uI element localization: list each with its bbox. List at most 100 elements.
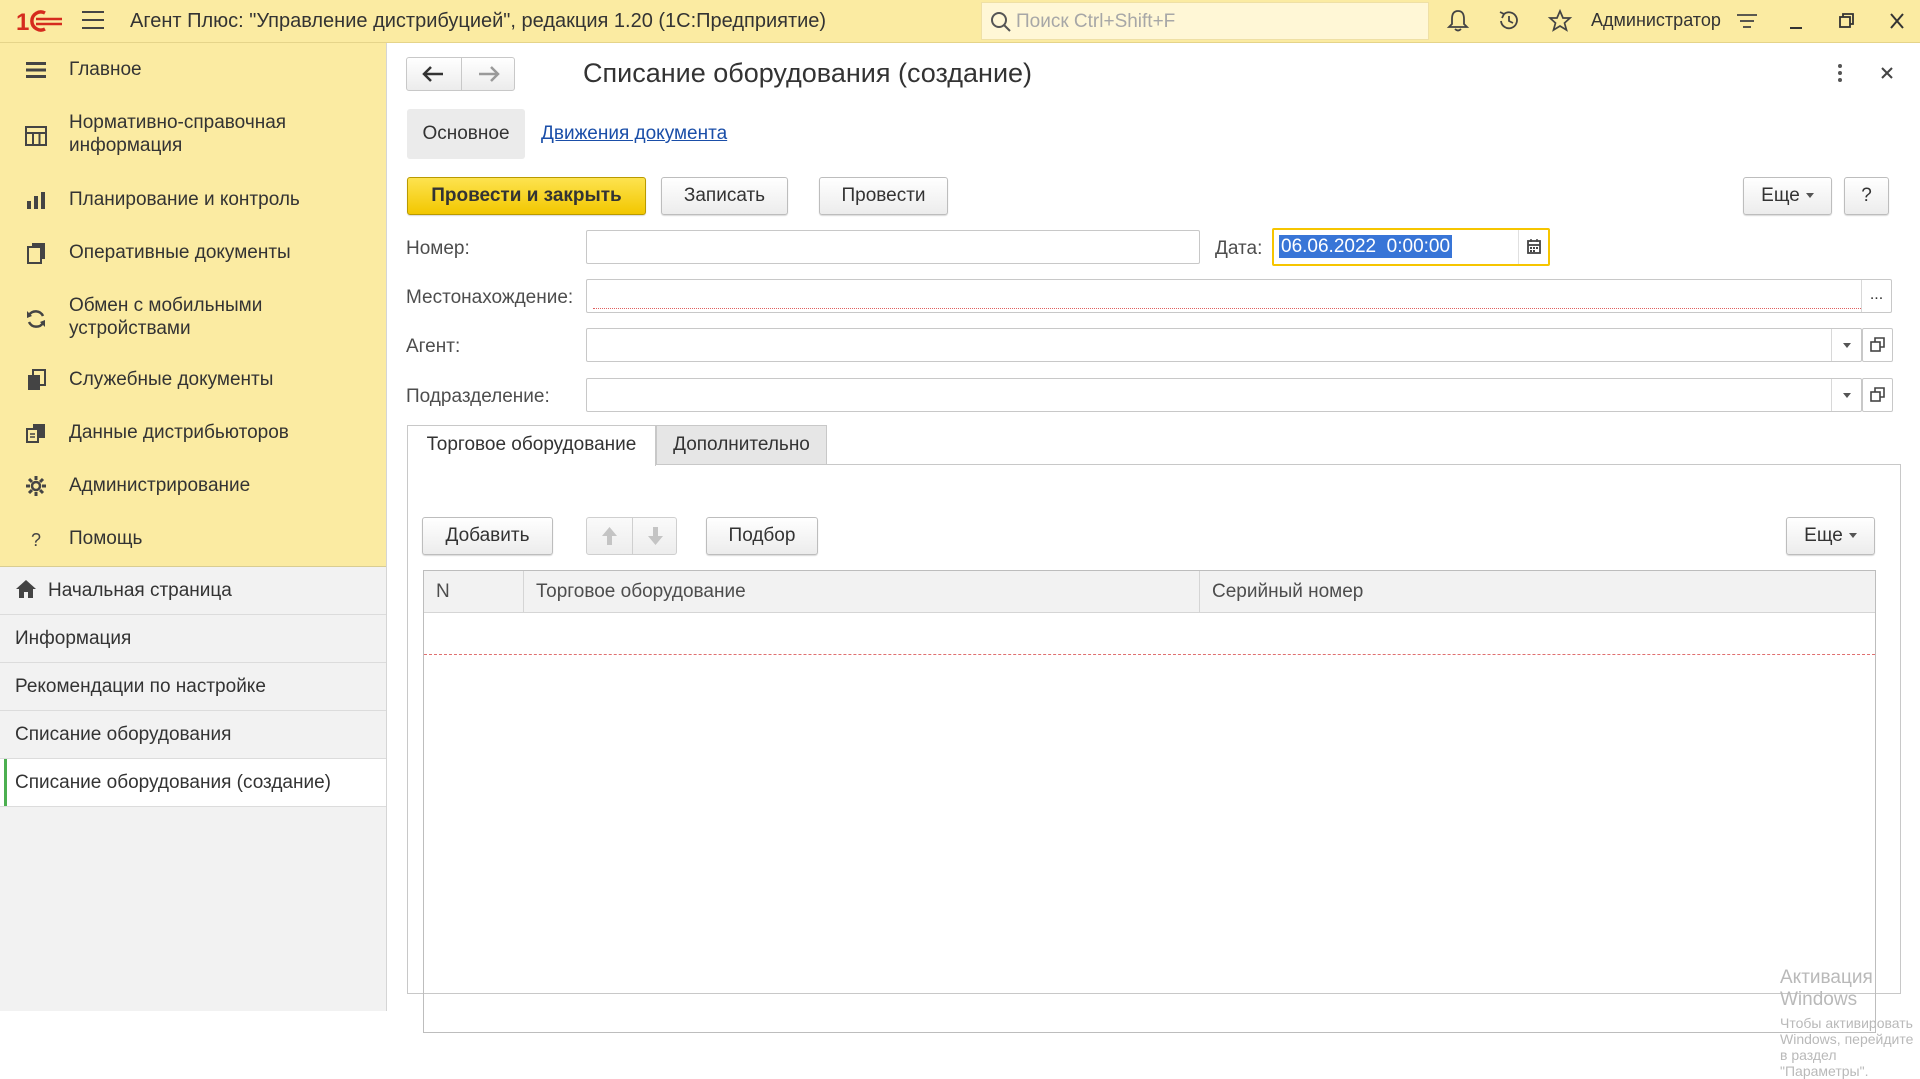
restore-icon[interactable] [1829, 6, 1863, 36]
section-service-docs[interactable]: Служебные документы [0, 365, 386, 395]
agent-open-button[interactable] [1862, 328, 1893, 362]
more-button[interactable]: Еще [1743, 177, 1832, 215]
main-menu-icon[interactable] [82, 11, 104, 31]
documents-icon [27, 243, 45, 264]
question-icon: ? [31, 530, 41, 550]
arrow-up-icon [602, 527, 617, 545]
move-up-button[interactable] [587, 518, 632, 554]
section-reference-info[interactable]: Нормативно-справочная информация [0, 111, 386, 159]
arrow-down-icon [648, 527, 663, 545]
global-search[interactable] [981, 2, 1429, 40]
home-icon [16, 580, 36, 598]
section-label: Администрирование [69, 475, 251, 496]
agent-field[interactable] [586, 328, 1862, 362]
section-label: Служебные документы [69, 369, 274, 390]
column-header-serial[interactable]: Серийный номер [1199, 571, 1875, 612]
title-bar: 1 Агент Плюс: "Управление дистрибуцией",… [0, 0, 1920, 43]
section-label: Помощь [69, 528, 143, 549]
section-main[interactable]: Главное [0, 55, 386, 85]
settings-lines-icon[interactable] [1734, 8, 1760, 34]
minimize-icon[interactable] [1779, 6, 1813, 36]
agent-label: Агент: [406, 336, 461, 357]
open-window-label: Списание оборудования (создание) [15, 772, 331, 793]
section-mobile-exchange[interactable]: Обмен с мобильными устройствами [0, 294, 386, 342]
column-header-equipment[interactable]: Торговое оборудование [523, 571, 1199, 612]
close-icon[interactable] [1880, 6, 1914, 36]
section-administration[interactable]: Администрирование [0, 471, 386, 501]
sections-panel: Главное Нормативно-справочная информация… [0, 43, 386, 567]
sidebar: Главное Нормативно-справочная информация… [0, 43, 387, 1011]
table-more-label: Еще [1804, 525, 1843, 546]
watermark-title: Активация Windows [1780, 967, 1873, 1010]
1c-logo-icon[interactable]: 1 [14, 7, 64, 35]
arrow-right-icon [479, 66, 500, 82]
tab-main[interactable]: Основное [407, 109, 525, 159]
section-distributor-data[interactable]: Данные дистрибьюторов [0, 418, 386, 448]
open-window-setup-recommendations[interactable]: Рекомендации по настройке [0, 663, 386, 711]
history-icon[interactable] [1496, 8, 1522, 34]
division-dropdown-button[interactable] [1831, 379, 1861, 411]
back-button[interactable] [407, 58, 461, 90]
save-button[interactable]: Записать [661, 177, 788, 215]
watermark-text: Чтобы активировать Windows, перейдите в … [1780, 1015, 1914, 1079]
agent-input[interactable] [591, 331, 1825, 361]
section-label: Данные дистрибьюторов [69, 422, 289, 443]
section-label: Обмен с мобильными устройствами [69, 295, 263, 339]
more-actions-icon[interactable] [1830, 60, 1850, 86]
section-planning[interactable]: Планирование и контроль [0, 185, 386, 215]
agent-dropdown-button[interactable] [1831, 329, 1861, 361]
post-button[interactable]: Провести [819, 177, 948, 215]
division-field[interactable] [586, 378, 1862, 412]
windows-activation-watermark: Активация Windows Чтобы активировать Win… [1780, 967, 1920, 1079]
sync-icon [27, 310, 45, 328]
open-window-home[interactable]: Начальная страница [0, 567, 386, 615]
equipment-table[interactable]: N Торговое оборудование Серийный номер [423, 570, 1876, 1033]
page-title: Списание оборудования (создание) [583, 58, 1033, 88]
open-window-equipment-writeoff-create[interactable]: Списание оборудования (создание) [0, 759, 386, 807]
table-more-button[interactable]: Еще [1786, 517, 1875, 555]
location-field[interactable]: ... [586, 279, 1892, 313]
search-icon [991, 12, 1011, 32]
post-and-close-button[interactable]: Провести и закрыть [407, 177, 646, 215]
number-label: Номер: [406, 238, 470, 259]
division-label: Подразделение: [406, 386, 550, 407]
tab-additional[interactable]: Дополнительно [656, 425, 827, 465]
move-buttons [586, 517, 677, 555]
star-icon[interactable] [1547, 8, 1573, 34]
bell-icon[interactable] [1445, 8, 1471, 34]
table-row[interactable] [424, 613, 1875, 655]
select-location-button[interactable]: ... [1861, 280, 1891, 312]
number-field[interactable] [586, 230, 1200, 264]
add-row-button[interactable]: Добавить [422, 517, 553, 555]
division-open-button[interactable] [1862, 378, 1893, 412]
division-input[interactable] [591, 381, 1825, 411]
number-input[interactable] [591, 233, 1195, 263]
column-header-n[interactable]: N [424, 571, 523, 612]
chevron-down-icon [1843, 343, 1851, 348]
date-field[interactable]: 06.06.2022 0:00:00 [1272, 228, 1550, 266]
section-operational-docs[interactable]: Оперативные документы [0, 238, 386, 268]
app-title: Агент Плюс: "Управление дистрибуцией", р… [130, 10, 827, 32]
pick-button[interactable]: Подбор [706, 517, 818, 555]
arrow-left-icon [422, 66, 443, 82]
help-button[interactable]: ? [1844, 177, 1889, 215]
open-window-information[interactable]: Информация [0, 615, 386, 663]
current-user[interactable]: Администратор [1591, 10, 1721, 31]
location-label: Местонахождение: [406, 287, 574, 308]
tab-document-movements[interactable]: Движения документа [541, 123, 727, 145]
tab-trade-equipment[interactable]: Торговое оборудование [407, 425, 656, 466]
section-help[interactable]: ? Помощь [0, 524, 386, 554]
history-nav [406, 57, 515, 91]
calendar-button[interactable] [1518, 230, 1548, 264]
open-window-equipment-writeoff[interactable]: Списание оборудования [0, 711, 386, 759]
bar-chart-icon [27, 192, 45, 209]
close-form-icon[interactable] [1874, 60, 1900, 86]
forward-button[interactable] [461, 58, 516, 90]
date-value[interactable]: 06.06.2022 0:00:00 [1279, 235, 1453, 258]
move-down-button[interactable] [632, 518, 678, 554]
section-label: Планирование и контроль [69, 189, 300, 210]
svg-text:1: 1 [16, 9, 29, 35]
chevron-down-icon [1848, 533, 1857, 539]
search-input[interactable] [1014, 7, 1418, 37]
gear-icon [26, 476, 46, 496]
